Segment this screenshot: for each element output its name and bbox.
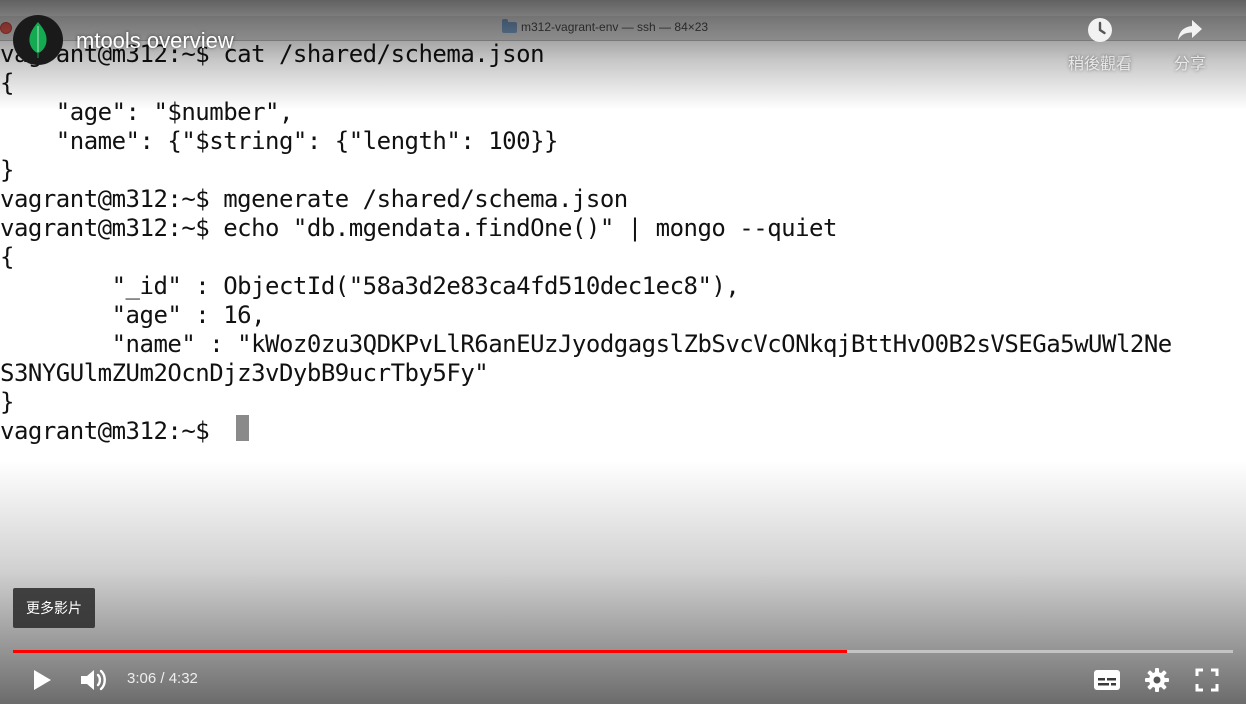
clock-icon xyxy=(1088,18,1112,42)
subtitles-icon xyxy=(1094,670,1120,690)
terminal-window-title: m312-vagrant-env — ssh — 84×23 xyxy=(502,18,709,34)
terminal-line: } xyxy=(0,156,14,184)
channel-avatar[interactable] xyxy=(13,15,63,65)
terminal-line: "age": "$number", xyxy=(0,98,294,126)
mongodb-leaf-icon xyxy=(29,22,47,58)
terminal-output: vagrant@m312:~$ cat /shared/schema.json … xyxy=(0,40,1246,460)
player-controls: 3:06 / 4:32 xyxy=(0,658,1246,702)
terminal-line: } xyxy=(0,388,14,416)
share-label: 分享 xyxy=(1173,56,1206,73)
time-display: 3:06 / 4:32 xyxy=(127,670,198,687)
more-videos-button[interactable]: 更多影片 xyxy=(13,588,95,628)
terminal-line: "name" : "kWoz0zu3QDKPvLlR6anEUzJyodgags… xyxy=(0,330,1173,358)
terminal-line: { xyxy=(0,69,14,97)
share-arrow-icon xyxy=(1178,20,1202,40)
share-button[interactable]: 分享 xyxy=(1152,16,1228,74)
settings-button[interactable] xyxy=(1137,658,1177,702)
play-icon xyxy=(34,670,51,690)
video-title[interactable]: mtools overview xyxy=(76,28,234,54)
terminal-line: "_id" : ObjectId("58a3d2e83ca4fd510dec1e… xyxy=(0,272,740,300)
close-window-icon[interactable] xyxy=(0,22,12,34)
terminal-line: vagrant@m312:~$ echo "db.mgendata.findOn… xyxy=(0,214,837,242)
play-button[interactable] xyxy=(22,658,62,702)
fullscreen-icon xyxy=(1195,668,1219,692)
volume-icon xyxy=(81,669,106,691)
terminal-line: "age" : 16, xyxy=(0,301,266,329)
video-player[interactable]: m312-vagrant-env — ssh — 84×23 vagrant@m… xyxy=(0,0,1246,704)
terminal-line: vagrant@m312:~$ xyxy=(0,417,224,445)
terminal-line: { xyxy=(0,243,14,271)
terminal-title-text: m312-vagrant-env — ssh — 84×23 xyxy=(521,20,709,34)
terminal-line: S3NYGUlmZUm2OcnDjz3vDybB9ucrTby5Fy" xyxy=(0,359,489,387)
gear-icon xyxy=(1145,668,1169,692)
volume-button[interactable] xyxy=(74,658,114,702)
terminal-cursor xyxy=(236,415,249,441)
progress-played xyxy=(13,650,848,653)
watch-later-button[interactable]: 稍後觀看 xyxy=(1062,16,1138,74)
folder-icon xyxy=(502,18,517,33)
watch-later-label: 稍後觀看 xyxy=(1067,56,1132,73)
progress-bar[interactable] xyxy=(13,650,1233,653)
fullscreen-button[interactable] xyxy=(1187,658,1227,702)
terminal-line: "name": {"$string": {"length": 100}} xyxy=(0,127,559,155)
terminal-line: vagrant@m312:~$ mgenerate /shared/schema… xyxy=(0,185,628,213)
subtitles-button[interactable] xyxy=(1087,658,1127,702)
